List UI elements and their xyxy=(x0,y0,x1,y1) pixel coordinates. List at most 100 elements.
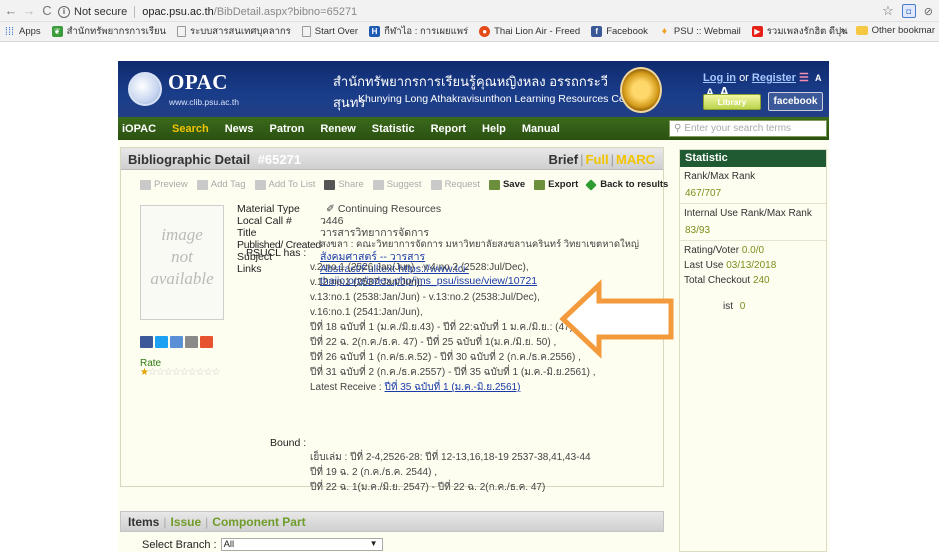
reload-icon[interactable]: C xyxy=(38,2,56,20)
tab-items[interactable]: Items xyxy=(128,515,159,529)
star-empty-icon[interactable]: ☆☆☆☆☆☆☆☆☆ xyxy=(148,367,221,378)
view-separator: | xyxy=(610,152,614,167)
library-badge[interactable]: Library xyxy=(703,94,761,110)
font-size-small-button[interactable]: A xyxy=(815,73,822,83)
tab-separator: | xyxy=(163,514,167,529)
extension-icon[interactable]: ◘ xyxy=(901,4,916,18)
bookmark-star-icon[interactable]: ☆ xyxy=(882,3,894,19)
request-action[interactable]: Request xyxy=(430,179,480,190)
bound-line: ปีที่ 19 ฉ. 2 (ก.ค./ธ.ค. 2544) , xyxy=(310,467,437,478)
menu-lines-icon[interactable]: ☰ xyxy=(799,72,809,84)
field-local-call: Local Call # ว446 xyxy=(237,215,639,227)
menu-patron[interactable]: Patron xyxy=(269,123,304,135)
menu-manual[interactable]: Manual xyxy=(522,123,560,135)
view-brief[interactable]: Brief xyxy=(548,152,578,167)
suggest-action[interactable]: Suggest xyxy=(372,179,422,190)
rating-stars[interactable]: ★☆☆☆☆☆☆☆☆☆ xyxy=(140,367,221,378)
action-label: Preview xyxy=(154,179,188,190)
bookmark-facebook[interactable]: f Facebook xyxy=(591,26,648,37)
bookmark-library[interactable]: ❦ สำนักทรัพยากรการเรียน xyxy=(51,24,166,39)
field-label: Links xyxy=(237,263,262,275)
forward-arrow-icon[interactable]: → xyxy=(20,2,38,20)
view-full[interactable]: Full xyxy=(586,152,609,167)
register-link[interactable]: Register xyxy=(752,72,796,84)
lion-icon: ● xyxy=(479,26,491,37)
no-image-placeholder: image not available xyxy=(140,205,224,320)
cast-icon[interactable]: ⊘ xyxy=(924,5,933,18)
bookmark-sports[interactable]: H กีฬาไอ : การเผยแพร่ xyxy=(369,24,468,39)
published-value: สงขลา : คณะวิทยาการจัดการ มหาวิทยาลัยสงข… xyxy=(320,239,639,250)
bib-actions: Preview Add Tag Add To List Share Sugges… xyxy=(140,178,677,191)
add-tag-action[interactable]: Add Tag xyxy=(196,179,246,190)
address-bar[interactable]: i Not secure opac.psu.ac.th /BibDetail.a… xyxy=(58,3,878,20)
tab-component-part[interactable]: Component Part xyxy=(212,515,305,529)
menu-search[interactable]: Search xyxy=(172,123,209,135)
login-link[interactable]: Log in xyxy=(703,72,736,84)
url-host: opac.psu.ac.th xyxy=(142,5,214,18)
page-icon xyxy=(301,26,311,37)
share-action[interactable]: Share xyxy=(324,179,364,190)
add-to-list-action[interactable]: Add To List xyxy=(254,179,315,190)
line-share-icon[interactable] xyxy=(170,336,183,348)
bookmark-songs[interactable]: ▶ รวมเพลงรักฮิต ดีปุน xyxy=(751,24,848,39)
preview-action[interactable]: Preview xyxy=(140,179,188,190)
list-icon xyxy=(254,179,266,190)
logo-title[interactable]: OPAC xyxy=(168,70,228,95)
h-icon: H xyxy=(369,26,381,37)
plus-share-icon[interactable] xyxy=(200,336,213,348)
save-action[interactable]: Save xyxy=(488,179,525,190)
menu-help[interactable]: Help xyxy=(482,123,506,135)
facebook-badge[interactable]: facebook xyxy=(768,92,823,111)
bookmark-psu-webmail[interactable]: ♦ PSU :: Webmail xyxy=(659,26,741,37)
university-emblem-icon xyxy=(620,67,662,113)
bookmark-label: Facebook xyxy=(606,26,648,37)
tab-issue[interactable]: Issue xyxy=(170,515,201,529)
menu-news[interactable]: News xyxy=(225,123,254,135)
export-action[interactable]: Export xyxy=(534,179,578,190)
stat-value: 240 xyxy=(752,275,770,286)
latest-receive-link[interactable]: ปีที่ 35 ฉบับที่ 1 (ม.ค.-มิ.ย.2561) xyxy=(385,382,521,393)
back-to-results-action[interactable]: Back to results xyxy=(585,178,669,191)
star-filled-icon[interactable]: ★ xyxy=(140,367,149,378)
preview-icon xyxy=(140,179,151,190)
holding-line: ปีที่ 26 ฉบับที่ 1 (ก.ค/ธ.ค.52) - ปีที่ … xyxy=(310,352,581,363)
menu-iopac[interactable]: iOPAC xyxy=(122,123,156,135)
share-icon xyxy=(324,179,336,190)
action-label: Back to results xyxy=(600,179,669,190)
view-marc[interactable]: MARC xyxy=(616,152,655,167)
holding-line: v.2:no.1 (2526:Jan/Jun) - v.4:no.2 (2528… xyxy=(310,262,529,273)
holdings-list: v.2:no.1 (2526:Jan/Jun) - v.4:no.2 (2528… xyxy=(310,260,596,395)
back-arrow-icon[interactable]: ← xyxy=(2,2,20,20)
or-text: or xyxy=(739,72,749,84)
menu-report[interactable]: Report xyxy=(431,123,466,135)
bookmark-start-over[interactable]: Start Over xyxy=(301,26,358,37)
search-placeholder: Enter your search terms xyxy=(684,123,792,134)
menu-renew[interactable]: Renew xyxy=(320,123,355,135)
info-icon[interactable]: i xyxy=(58,5,70,18)
continuing-resource-icon: ✐ xyxy=(326,203,335,215)
facebook-share-icon[interactable] xyxy=(140,336,153,348)
holding-line: ปีที่ 22 ฉ. 2(ก.ค./ธ.ค. 47) - ปีที่ 25 ฉ… xyxy=(310,337,557,348)
overflow-chevron-icon[interactable]: » xyxy=(840,25,845,36)
no-image-text: not xyxy=(171,247,193,266)
bib-heading-text: Bibliographic Detail xyxy=(128,152,251,167)
bookmark-lion-air[interactable]: ● Thai Lion Air - Freed xyxy=(479,26,580,37)
twitter-share-icon[interactable] xyxy=(155,336,168,348)
site-search-input[interactable]: ⚲ Enter your search terms xyxy=(669,120,827,137)
security-label: Not secure xyxy=(74,5,128,18)
bookmark-personnel[interactable]: ระบบสารสนเทศบุคลากร xyxy=(177,24,291,39)
view-separator: | xyxy=(580,152,584,167)
email-share-icon[interactable] xyxy=(185,336,198,348)
apps-grid-icon: ⁞⁞⁞ xyxy=(4,25,15,38)
bookmark-label: ระบบสารสนเทศบุคลากร xyxy=(190,26,291,37)
no-image-text: available xyxy=(150,269,214,288)
opac-logo-icon xyxy=(128,72,162,106)
stat-label: Rating/Voter xyxy=(684,245,740,256)
bookmark-apps[interactable]: ⁞⁞⁞ Apps xyxy=(4,25,41,38)
site-banner: OPAC www.clib.psu.ac.th สำนักทรัพยากรการ… xyxy=(118,61,829,117)
other-bookmarks[interactable]: Other bookmar xyxy=(872,25,935,36)
branch-select[interactable]: All ▼ xyxy=(220,538,383,551)
menu-statistic[interactable]: Statistic xyxy=(372,123,415,135)
holding-line: ปีที่ 18 ฉบับที่ 1 (ม.ค./มิ.ย.43) - ปีที… xyxy=(310,322,573,333)
youtube-icon: ▶ xyxy=(751,26,763,37)
